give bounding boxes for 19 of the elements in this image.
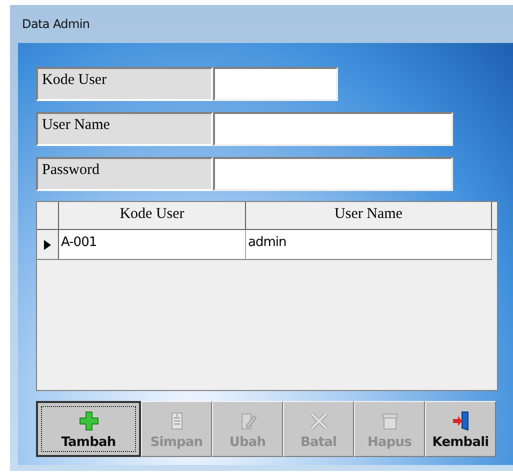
input-field[interactable] bbox=[213, 157, 453, 191]
field-label: Kode User bbox=[36, 67, 213, 101]
row-pointer-icon bbox=[44, 240, 51, 250]
table-cell: A-001 bbox=[59, 230, 246, 259]
input-field[interactable] bbox=[213, 112, 453, 146]
toolbar-button[interactable]: Kembali bbox=[425, 401, 496, 457]
field-label: Password bbox=[36, 157, 213, 191]
toolbar-button[interactable]: Tambah bbox=[36, 401, 141, 457]
column-header[interactable]: User Name bbox=[246, 202, 492, 229]
bin-icon bbox=[380, 410, 400, 430]
table-cell: admin bbox=[246, 230, 492, 259]
cross-icon bbox=[308, 410, 328, 430]
field-label: User Name bbox=[36, 112, 213, 146]
input-field[interactable] bbox=[213, 67, 338, 101]
plus-icon bbox=[78, 410, 98, 430]
door-arrow-icon bbox=[450, 410, 470, 430]
row-indicator[interactable] bbox=[37, 230, 59, 259]
column-header[interactable]: Kode User bbox=[59, 202, 246, 229]
window-title: Data Admin bbox=[22, 17, 90, 31]
